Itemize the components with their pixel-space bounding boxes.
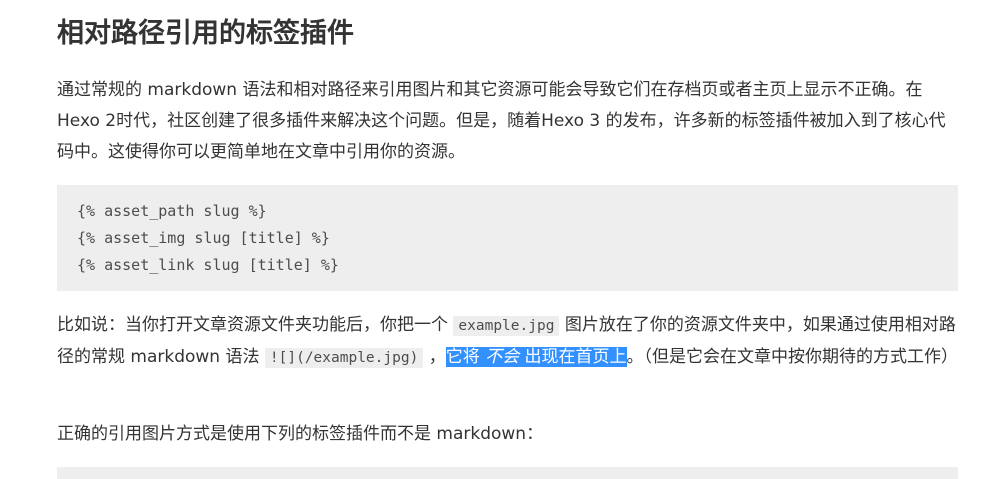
- conclusion-paragraph: 正确的引用图片方式是使用下列的标签插件而不是 markdown：: [57, 424, 544, 444]
- code-block: [57, 467, 958, 479]
- code-line: {% asset_img slug [title] %}: [77, 229, 330, 247]
- section-heading: 相对路径引用的标签插件: [57, 18, 354, 49]
- example-paragraph: 比如说：当你打开文章资源文件夹功能后，你把一个 example.jpg 图片放在…: [57, 310, 962, 374]
- code-block: {% asset_path slug %} {% asset_img slug …: [57, 185, 958, 291]
- example-text: 比如说：当你打开文章资源文件夹功能后，你把一个: [57, 315, 448, 335]
- emphasis-text: 不会: [485, 347, 520, 367]
- example-text: ，: [428, 347, 446, 367]
- code-line: {% asset_path slug %}: [77, 202, 267, 220]
- article-page: 相对路径引用的标签插件 通过常规的 markdown 语法和相对路径来引用图片和…: [0, 0, 992, 479]
- inline-code-markdown: ![](/example.jpg): [264, 348, 424, 368]
- example-text: 。（但是它会在文章中按你期待的方式工作）: [626, 347, 959, 367]
- intro-paragraph: 通过常规的 markdown 语法和相对路径来引用图片和其它资源可能会导致它们在…: [57, 80, 946, 162]
- inline-code-filename: example.jpg: [453, 316, 560, 336]
- code-line: {% asset_link slug [title] %}: [77, 256, 339, 274]
- selected-text[interactable]: 它将 不会 出现在首页上: [445, 347, 627, 367]
